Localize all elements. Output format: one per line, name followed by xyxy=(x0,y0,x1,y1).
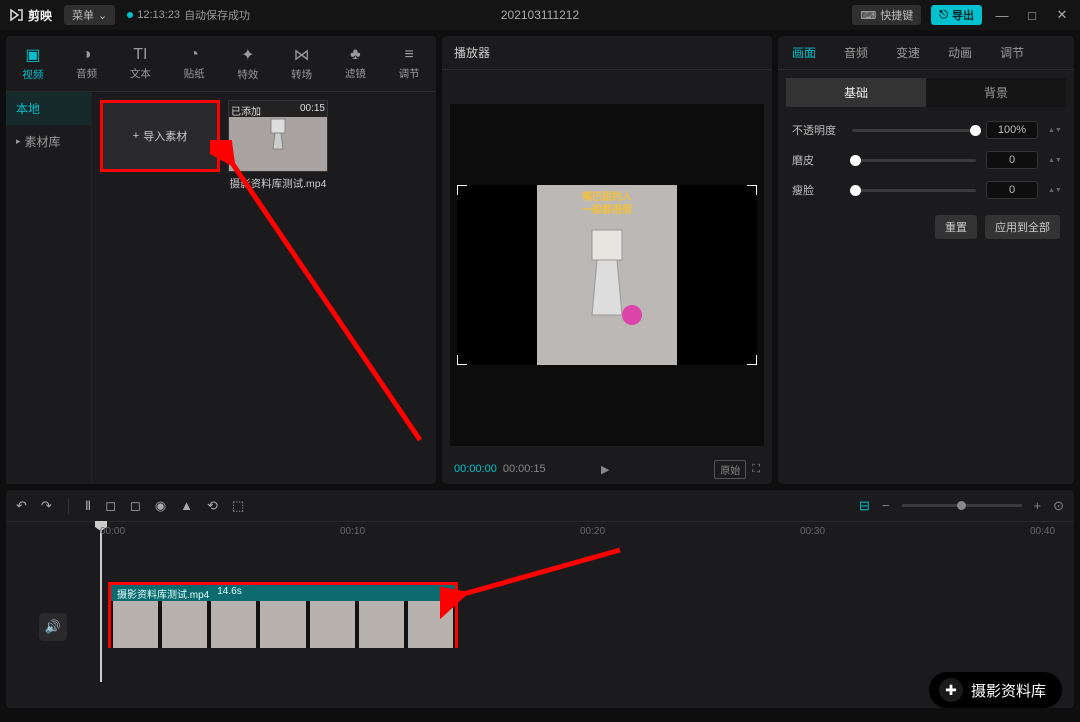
filter-icon: ♣ xyxy=(350,46,361,64)
magnet-button[interactable]: ⊟ xyxy=(859,498,870,514)
sidebar-local[interactable]: 本地 xyxy=(6,92,91,125)
preview-panel: 播放器 嘴巴甜的人一般都很假 00:00:00 00:00:15 ▶ 原始 ⛶ xyxy=(442,36,772,484)
redo-button[interactable]: ↷ xyxy=(41,498,52,514)
total-time: 00:00:15 xyxy=(503,463,546,475)
added-badge: 已添加 xyxy=(231,103,261,118)
text-icon: TI xyxy=(133,46,147,64)
smooth-row: 磨皮 0 ▲▼ xyxy=(778,145,1074,175)
insp-tab-audio[interactable]: 音频 xyxy=(830,36,882,69)
maximize-button[interactable]: □ xyxy=(1022,8,1042,23)
tab-filter[interactable]: ♣滤镜 xyxy=(329,36,383,91)
freeze-button[interactable]: ◉ xyxy=(155,498,166,514)
insp-tab-anim[interactable]: 动画 xyxy=(934,36,986,69)
tab-sticker[interactable]: ◔贴纸 xyxy=(167,36,221,91)
opacity-row: 不透明度 100% ▲▼ xyxy=(778,115,1074,145)
preview-viewport[interactable]: 嘴巴甜的人一般都很假 xyxy=(450,104,764,446)
rotate-button[interactable]: ⟲ xyxy=(207,498,218,514)
smooth-slider[interactable] xyxy=(852,159,976,162)
autosave-status: 12:13:23 自动保存成功 xyxy=(127,7,250,23)
smooth-stepper[interactable]: ▲▼ xyxy=(1048,151,1060,169)
clip-thumbnail: 已添加 00:15 xyxy=(228,100,328,172)
effect-icon: ✦ xyxy=(241,45,254,65)
insp-tab-speed[interactable]: 变速 xyxy=(882,36,934,69)
audio-icon: ◑ xyxy=(82,46,92,64)
sticker-icon: ◔ xyxy=(189,46,199,64)
preview-title: 播放器 xyxy=(442,36,772,70)
sub-basic[interactable]: 基础 xyxy=(786,78,926,107)
app-logo: 剪映 xyxy=(8,7,52,24)
adjust-icon: ≡ xyxy=(404,46,413,64)
media-tabs: ▣视频 ◑音频 TI文本 ◔贴纸 ✦特效 ⋈转场 ♣滤镜 ≡调节 xyxy=(6,36,436,92)
smooth-value[interactable]: 0 xyxy=(986,151,1038,169)
opacity-slider[interactable] xyxy=(852,129,976,132)
insp-tab-picture[interactable]: 画面 xyxy=(778,36,830,69)
close-button[interactable]: ✕ xyxy=(1052,7,1072,23)
shortcut-button[interactable]: ⌨快捷键 xyxy=(852,5,921,25)
clip-duration: 00:15 xyxy=(300,103,325,114)
opacity-stepper[interactable]: ▲▼ xyxy=(1048,121,1060,139)
clip-name: 摄影资料库测试.mp4 xyxy=(228,176,328,191)
apply-all-button[interactable]: 应用到全部 xyxy=(985,215,1060,239)
timeline-ruler[interactable]: 00:00 00:10 00:20 00:30 00:40 xyxy=(6,522,1074,546)
insp-tab-adjust[interactable]: 调节 xyxy=(986,36,1038,69)
watermark-badge: ✚ 摄影资料库 xyxy=(929,672,1062,708)
timeline-panel: ↶ ↷ Ⅱ ◻ ◻ ◉ ▲ ⟲ ⬚ ⊟ − + ⊙ 00:00 00:10 00… xyxy=(6,490,1074,708)
tab-video[interactable]: ▣视频 xyxy=(6,36,60,91)
crop-button[interactable]: ⬚ xyxy=(232,498,244,514)
plus-icon: + xyxy=(133,130,139,142)
zoom-in-button[interactable]: + xyxy=(1034,498,1042,513)
title-bar: 剪映 菜单⌄ 12:13:23 自动保存成功 202103111212 ⌨快捷键… xyxy=(0,0,1080,30)
fullscreen-button[interactable]: ⛶ xyxy=(752,463,760,476)
video-icon: ▣ xyxy=(25,45,40,65)
tab-text[interactable]: TI文本 xyxy=(114,36,168,91)
face-value[interactable]: 0 xyxy=(986,181,1038,199)
undo-button[interactable]: ↶ xyxy=(16,498,27,514)
sub-background[interactable]: 背景 xyxy=(926,78,1066,107)
export-button[interactable]: ⎋导出 xyxy=(931,5,982,25)
zoom-slider[interactable] xyxy=(902,504,1022,507)
menu-dropdown[interactable]: 菜单⌄ xyxy=(64,5,115,25)
media-clip[interactable]: 已添加 00:15 摄影资料库测试.mp4 xyxy=(228,100,328,191)
minimize-button[interactable]: — xyxy=(992,8,1012,23)
media-panel: ▣视频 ◑音频 TI文本 ◔贴纸 ✦特效 ⋈转场 ♣滤镜 ≡调节 本地 ▸素材库… xyxy=(6,36,436,484)
media-sidebar: 本地 ▸素材库 xyxy=(6,92,92,484)
track-mute-button[interactable]: 🔊 xyxy=(39,613,67,641)
play-button[interactable]: ▶ xyxy=(601,463,609,476)
aspect-ratio-button[interactable]: 原始 xyxy=(714,460,746,479)
tab-audio[interactable]: ◑音频 xyxy=(60,36,114,91)
delete-right-button[interactable]: ◻ xyxy=(130,498,141,514)
face-stepper[interactable]: ▲▼ xyxy=(1048,181,1060,199)
wechat-icon: ✚ xyxy=(939,678,963,702)
zoom-out-button[interactable]: − xyxy=(882,498,890,513)
import-media-button[interactable]: + 导入素材 xyxy=(100,100,220,172)
face-row: 瘦脸 0 ▲▼ xyxy=(778,175,1074,205)
delete-left-button[interactable]: ◻ xyxy=(105,498,116,514)
tab-transition[interactable]: ⋈转场 xyxy=(275,36,329,91)
reset-button[interactable]: 重置 xyxy=(935,215,977,239)
current-time: 00:00:00 xyxy=(454,463,497,475)
zoom-fit-button[interactable]: ⊙ xyxy=(1053,498,1064,514)
chevron-right-icon: ▸ xyxy=(16,136,21,147)
inspector-panel: 画面 音频 变速 动画 调节 基础 背景 不透明度 100% ▲▼ 磨皮 0 ▲… xyxy=(778,36,1074,484)
split-button[interactable]: Ⅱ xyxy=(85,498,91,514)
face-slider[interactable] xyxy=(852,189,976,192)
tab-effect[interactable]: ✦特效 xyxy=(221,36,275,91)
transition-icon: ⋈ xyxy=(294,45,310,65)
sidebar-library[interactable]: ▸素材库 xyxy=(6,125,91,158)
mirror-button[interactable]: ▲ xyxy=(180,498,193,513)
opacity-value[interactable]: 100% xyxy=(986,121,1038,139)
project-name: 202103111212 xyxy=(501,8,579,22)
timeline-clip[interactable]: 摄影资料库测试.mp414.6s xyxy=(108,582,458,648)
timeline-track[interactable]: 摄影资料库测试.mp414.6s xyxy=(100,546,1074,708)
tab-adjust[interactable]: ≡调节 xyxy=(382,36,436,91)
